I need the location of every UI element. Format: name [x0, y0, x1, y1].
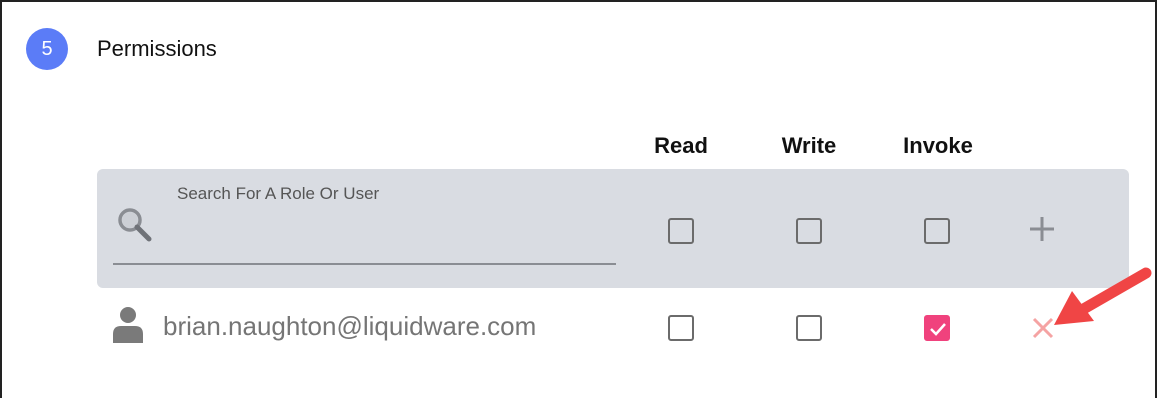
- plus-icon[interactable]: [1027, 214, 1057, 244]
- search-field-label: Search For A Role Or User: [177, 184, 380, 203]
- search-icon: [115, 205, 157, 247]
- checkmark-icon: [930, 323, 946, 336]
- user-email: brian.naughton@liquidware.com: [163, 311, 537, 341]
- search-input-underline: [113, 263, 616, 265]
- new-read-checkbox[interactable]: [668, 218, 694, 244]
- column-header-read: Read: [654, 133, 708, 158]
- annotation-arrow-icon: [1050, 265, 1155, 330]
- search-input[interactable]: [170, 212, 614, 258]
- step-number-badge: 5: [26, 28, 68, 70]
- user-icon: [111, 306, 145, 344]
- user-read-checkbox[interactable]: [668, 315, 694, 341]
- section-title: Permissions: [97, 36, 217, 61]
- user-write-checkbox[interactable]: [796, 315, 822, 341]
- new-invoke-checkbox[interactable]: [924, 218, 950, 244]
- column-header-invoke: Invoke: [903, 133, 973, 158]
- new-write-checkbox[interactable]: [796, 218, 822, 244]
- user-invoke-checkbox[interactable]: [924, 315, 950, 341]
- column-header-write: Write: [781, 133, 837, 158]
